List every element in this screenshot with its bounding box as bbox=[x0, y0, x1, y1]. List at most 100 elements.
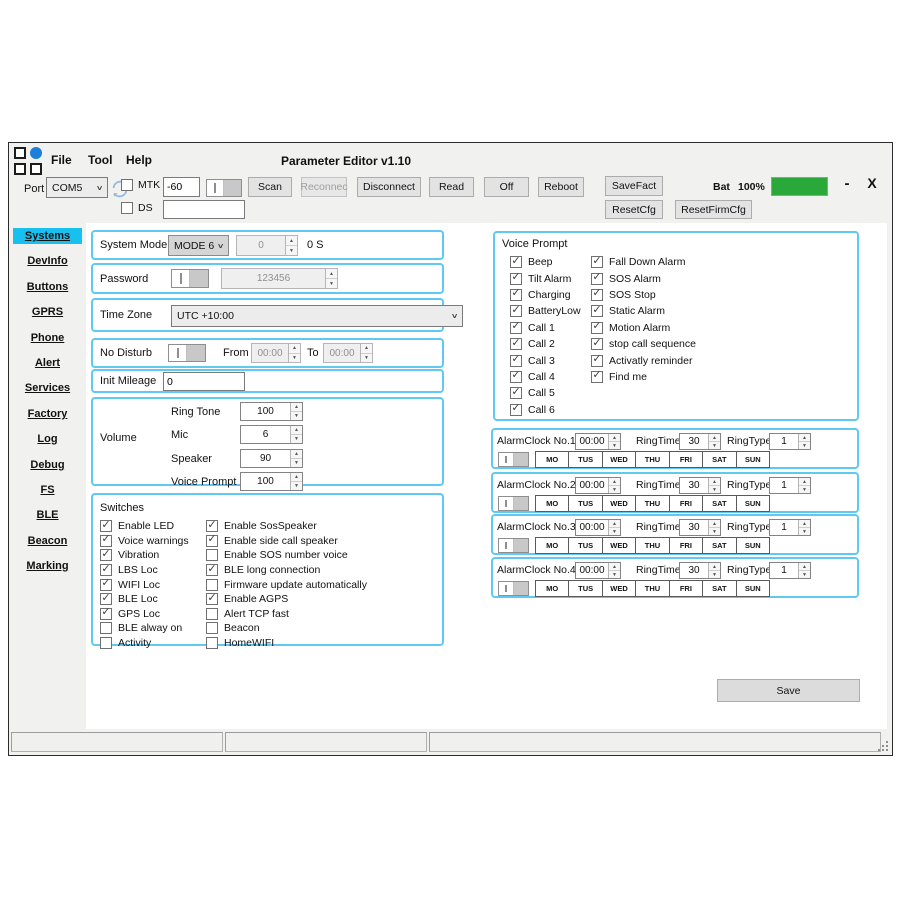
no-disturb-from-spinner[interactable]: 00:00▲▼ bbox=[251, 343, 301, 363]
alarm-1-toggle[interactable] bbox=[498, 452, 529, 467]
sidebar-item-marking[interactable]: Marking bbox=[13, 558, 82, 574]
call-4-checkbox[interactable]: ✓ bbox=[510, 371, 522, 383]
alarm-4-time-spinner[interactable]: 00:00▲▼ bbox=[575, 562, 621, 579]
spinner-up-icon[interactable]: ▲ bbox=[609, 478, 620, 485]
homewifi-checkbox[interactable] bbox=[206, 637, 218, 649]
voice-prompt-spinner[interactable]: 100▲▼ bbox=[240, 472, 303, 491]
day-button-mo[interactable]: MO bbox=[536, 538, 569, 553]
alarm-3-ringtime-spinner[interactable]: 30▲▼ bbox=[679, 519, 721, 536]
no-disturb-toggle[interactable] bbox=[168, 344, 206, 362]
alert-tcp-fast-checkbox[interactable] bbox=[206, 608, 218, 620]
sidebar-item-devinfo[interactable]: DevInfo bbox=[13, 253, 82, 269]
sidebar-item-services[interactable]: Services bbox=[13, 380, 82, 396]
spinner-down-icon[interactable]: ▼ bbox=[609, 485, 620, 493]
call-3-checkbox[interactable]: ✓ bbox=[510, 355, 522, 367]
beacon-checkbox[interactable] bbox=[206, 622, 218, 634]
spinner-down-icon[interactable]: ▼ bbox=[799, 485, 810, 493]
spinner-down-icon[interactable]: ▼ bbox=[709, 570, 720, 578]
activatly-reminder-checkbox[interactable]: ✓ bbox=[591, 355, 603, 367]
password-toggle[interactable] bbox=[171, 269, 209, 288]
spinner-down-icon[interactable]: ▼ bbox=[709, 485, 720, 493]
mic-spinner[interactable]: 6▲▼ bbox=[240, 425, 303, 444]
day-button-wed[interactable]: WED bbox=[603, 452, 636, 467]
spinner-up-icon[interactable]: ▲ bbox=[799, 478, 810, 485]
spinner-down-icon[interactable]: ▼ bbox=[799, 441, 810, 449]
alarm-3-ringtype-spinner[interactable]: 1▲▼ bbox=[769, 519, 811, 536]
spinner-up-icon[interactable]: ▲ bbox=[609, 434, 620, 441]
day-button-sat[interactable]: SAT bbox=[703, 452, 736, 467]
sidebar-item-fs[interactable]: FS bbox=[13, 482, 82, 498]
rssi-input[interactable] bbox=[163, 177, 200, 197]
mtk-checkbox[interactable] bbox=[121, 179, 133, 191]
alarm-3-time-spinner[interactable]: 00:00▲▼ bbox=[575, 519, 621, 536]
day-button-wed[interactable]: WED bbox=[603, 581, 636, 596]
spinner-up-icon[interactable]: ▲ bbox=[799, 434, 810, 441]
day-button-wed[interactable]: WED bbox=[603, 496, 636, 511]
alarm-1-ringtime-spinner[interactable]: 30▲▼ bbox=[679, 433, 721, 450]
find-me-checkbox[interactable]: ✓ bbox=[591, 371, 603, 383]
activity-checkbox[interactable] bbox=[100, 637, 112, 649]
savefact-button[interactable]: SaveFact bbox=[605, 176, 663, 196]
spinner-up-icon[interactable]: ▲ bbox=[291, 450, 302, 458]
fall-down-alarm-checkbox[interactable]: ✓ bbox=[591, 256, 603, 268]
ds-value-input[interactable] bbox=[163, 200, 245, 219]
ble-long-connection-checkbox[interactable]: ✓ bbox=[206, 564, 218, 576]
port-select[interactable]: COM5 ∨ bbox=[46, 177, 108, 198]
motion-alarm-checkbox[interactable]: ✓ bbox=[591, 322, 603, 334]
sidebar-item-alert[interactable]: Alert bbox=[13, 355, 82, 371]
batterylow-checkbox[interactable]: ✓ bbox=[510, 305, 522, 317]
ring-tone-spinner[interactable]: 100▲▼ bbox=[240, 402, 303, 421]
alarm-4-ringtime-spinner[interactable]: 30▲▼ bbox=[679, 562, 721, 579]
minimize-button[interactable]: - bbox=[839, 175, 855, 197]
off-button[interactable]: Off bbox=[484, 177, 529, 197]
day-button-thu[interactable]: THU bbox=[636, 452, 669, 467]
sidebar-item-debug[interactable]: Debug bbox=[13, 457, 82, 473]
day-button-thu[interactable]: THU bbox=[636, 496, 669, 511]
sidebar-item-systems[interactable]: Systems bbox=[13, 228, 82, 244]
spinner-up-icon[interactable]: ▲ bbox=[709, 563, 720, 570]
beep-checkbox[interactable]: ✓ bbox=[510, 256, 522, 268]
day-button-sat[interactable]: SAT bbox=[703, 496, 736, 511]
alarm-2-ringtime-spinner[interactable]: 30▲▼ bbox=[679, 477, 721, 494]
spinner-up-icon[interactable]: ▲ bbox=[289, 344, 300, 353]
day-button-sun[interactable]: SUN bbox=[737, 538, 769, 553]
sidebar-item-gprs[interactable]: GPRS bbox=[13, 304, 82, 320]
spinner-up-icon[interactable]: ▲ bbox=[799, 520, 810, 527]
day-button-sat[interactable]: SAT bbox=[703, 581, 736, 596]
close-button[interactable]: X bbox=[863, 175, 881, 197]
spinner-down-icon[interactable]: ▼ bbox=[361, 353, 372, 363]
spinner-down-icon[interactable]: ▼ bbox=[799, 570, 810, 578]
enable-agps-checkbox[interactable]: ✓ bbox=[206, 593, 218, 605]
spinner-up-icon[interactable]: ▲ bbox=[709, 478, 720, 485]
spinner-down-icon[interactable]: ▼ bbox=[609, 527, 620, 535]
day-button-tus[interactable]: TUS bbox=[569, 538, 602, 553]
static-alarm-checkbox[interactable]: ✓ bbox=[591, 305, 603, 317]
sidebar-item-phone[interactable]: Phone bbox=[13, 330, 82, 346]
day-button-mo[interactable]: MO bbox=[536, 496, 569, 511]
spinner-down-icon[interactable]: ▼ bbox=[291, 434, 302, 443]
sidebar-item-log[interactable]: Log bbox=[13, 431, 82, 447]
stop-call-sequence-checkbox[interactable]: ✓ bbox=[591, 338, 603, 350]
menu-file[interactable]: File bbox=[51, 153, 72, 167]
init-mileage-input[interactable] bbox=[163, 372, 245, 391]
day-button-mo[interactable]: MO bbox=[536, 452, 569, 467]
spinner-up-icon[interactable]: ▲ bbox=[291, 426, 302, 434]
day-button-thu[interactable]: THU bbox=[636, 538, 669, 553]
spinner-down-icon[interactable]: ▼ bbox=[326, 278, 337, 288]
speaker-spinner[interactable]: 90▲▼ bbox=[240, 449, 303, 468]
spinner-down-icon[interactable]: ▼ bbox=[291, 458, 302, 467]
spinner-up-icon[interactable]: ▲ bbox=[291, 403, 302, 411]
password-spinner[interactable]: 123456▲▼ bbox=[221, 268, 338, 289]
vibration-checkbox[interactable]: ✓ bbox=[100, 549, 112, 561]
spinner-up-icon[interactable]: ▲ bbox=[799, 563, 810, 570]
call-5-checkbox[interactable]: ✓ bbox=[510, 387, 522, 399]
day-button-sun[interactable]: SUN bbox=[737, 581, 769, 596]
day-button-thu[interactable]: THU bbox=[636, 581, 669, 596]
sidebar-item-buttons[interactable]: Buttons bbox=[13, 279, 82, 295]
enable-sosspeaker-checkbox[interactable]: ✓ bbox=[206, 520, 218, 532]
reconnec-button[interactable]: Reconnec bbox=[301, 177, 347, 197]
call-6-checkbox[interactable]: ✓ bbox=[510, 404, 522, 416]
spinner-up-icon[interactable]: ▲ bbox=[326, 269, 337, 278]
spinner-up-icon[interactable]: ▲ bbox=[291, 473, 302, 481]
resetfirmcfg-button[interactable]: ResetFirmCfg bbox=[675, 200, 752, 219]
